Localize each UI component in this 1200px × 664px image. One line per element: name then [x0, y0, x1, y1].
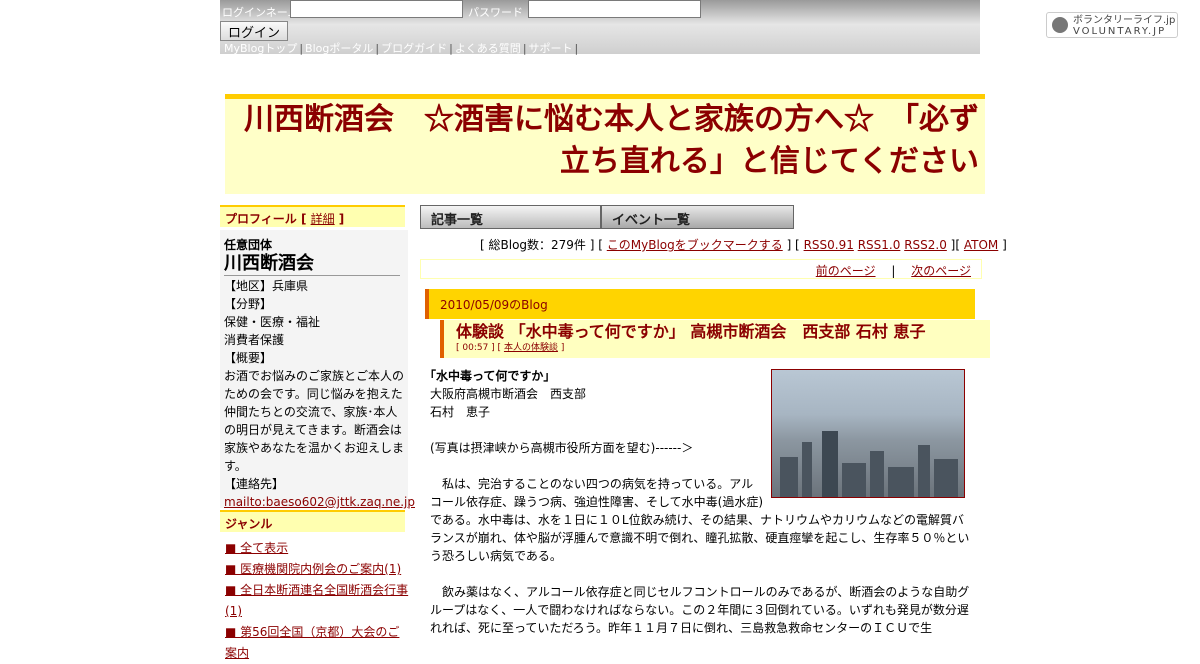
genre-list: ■ 全て表示 ■ 医療機関院内例会のご案内(1) ■ 全日本断酒連名全国断酒会行… — [225, 538, 410, 664]
bracket-sep: ] — [1002, 238, 1007, 252]
post-paragraph-1: 私は、完治することのない四つの病気を持っている。アルコール依存症、躁うつ病、強迫… — [430, 477, 970, 563]
voluntary-logo[interactable]: ボランタリーライフ.jp VOLUNTARY.JP — [1046, 12, 1178, 38]
next-page-link[interactable]: 次のページ — [911, 264, 971, 278]
post-date-header: 2010/05/09のBlog — [425, 289, 975, 319]
profile-heading-text: プロフィール — [225, 212, 297, 226]
org-name: 川西断酒会 — [224, 254, 400, 276]
nav-faq[interactable]: よくある質問 — [455, 42, 521, 55]
profile-box: 任意団体 川西断酒会 【地区】兵庫県 【分野】 保健・医療・福祉 消費者保護 【… — [220, 230, 415, 509]
post-author: 石村 恵子 — [430, 405, 491, 419]
blog-title[interactable]: 川西断酒会 ☆酒害に悩む本人と家族の方へ☆ 「必ず立ち直れる」と信じてください — [231, 99, 979, 183]
post-paragraph-block: 私は、完治することのない四つの病気を持っている。アルコール依存症、躁うつ病、強迫… — [430, 475, 970, 637]
password-label: パスワード — [468, 6, 523, 19]
pager: 前のページ | 次のページ — [420, 259, 982, 279]
prev-page-link[interactable]: 前のページ — [816, 264, 876, 278]
tab-articles[interactable]: 記事一覧 — [420, 205, 601, 229]
nav-myblog-top[interactable]: MyBlogトップ — [224, 42, 297, 55]
post-time: [ 00:57 ] [ — [456, 343, 502, 353]
genre-heading: ジャンル — [220, 510, 405, 532]
post-heading: ｢水中毒って何ですか｣ — [430, 369, 550, 383]
contact-label: 【連絡先】 — [224, 477, 285, 491]
contact-email-link[interactable]: mailto:baeso602@jttk.zaq.ne.jp — [224, 495, 415, 509]
post-body: ｢水中毒って何ですか｣ 大阪府高槻市断酒会 西支部 石村 恵子 (写真は摂津峡か… — [430, 367, 970, 475]
blog-title-banner: 川西断酒会 ☆酒害に悩む本人と家族の方へ☆ 「必ず立ち直れる」と信じてください — [225, 94, 985, 194]
blog-stats: [ 総Blog数：279件 ] [ このMyBlogをブックマークする ] [ … — [480, 236, 1007, 253]
photo-caption: (写真は摂津峡から高槻市役所方面を望む)------＞ — [430, 441, 694, 455]
post-meta: [ 00:57 ] [ 本人の体験談 ] — [456, 342, 978, 354]
post-author-group: 大阪府高槻市断酒会 西支部 — [430, 387, 587, 401]
logo-icon — [1052, 17, 1068, 33]
org-type: 任意団体 — [224, 238, 273, 252]
pager-sep: | — [891, 264, 896, 278]
summary-label: 【概要】 — [224, 351, 273, 365]
tab-events[interactable]: イベント一覧 — [601, 205, 794, 229]
post-paragraph-2: 飲み薬はなく、アルコール依存症と同じセルフコントロールのみであるが、断酒会のよう… — [430, 585, 970, 635]
brand-domain: VOLUNTARY.JP — [1073, 26, 1167, 37]
field-label: 【分野】 — [224, 297, 273, 311]
bracket-sep: ] [ — [786, 238, 800, 252]
login-button[interactable]: ログイン — [220, 21, 288, 41]
post-title-box: 体験談 「水中毒って何ですか」 高槻市断酒会 西支部 石村 恵子 [ 00:57… — [440, 320, 990, 358]
genre-item[interactable]: ■ 全て表示 — [225, 541, 288, 555]
nav-blog-guide[interactable]: ブログガイド — [381, 42, 447, 55]
brand-name: ボランタリーライフ.jp — [1073, 15, 1176, 26]
blog-count: [ 総Blog数：279件 ] [ — [480, 238, 603, 252]
rss10-link[interactable]: RSS1.0 — [858, 238, 901, 252]
summary: お酒でお悩みのご家族とご本人のための会です。同じ悩みを抱えた仲間たちとの交流で、… — [224, 369, 405, 473]
atom-link[interactable]: ATOM — [964, 238, 998, 252]
post-meta-end: ] — [560, 343, 565, 353]
post-category-link[interactable]: 本人の体験談 — [504, 343, 558, 353]
profile-heading: プロフィール [ 詳細 ] — [220, 205, 405, 227]
password-input[interactable] — [528, 0, 701, 18]
username-label: ログインネーム — [222, 6, 299, 19]
rss091-link[interactable]: RSS0.91 — [804, 238, 854, 252]
field-1: 保健・医療・福祉 — [224, 315, 321, 329]
genre-item[interactable]: ■ 全日本断酒連名全国断酒会行事(1) — [225, 583, 408, 618]
post-title[interactable]: 体験談 「水中毒って何ですか」 高槻市断酒会 西支部 石村 恵子 — [456, 322, 978, 342]
username-input[interactable] — [290, 0, 463, 18]
bookmark-link[interactable]: このMyBlogをブックマークする — [607, 238, 783, 252]
profile-detail-link[interactable]: 詳細 — [311, 212, 335, 226]
nav-support[interactable]: サポート — [529, 42, 573, 55]
region: 【地区】兵庫県 — [224, 279, 309, 293]
rss20-link[interactable]: RSS2.0 — [904, 238, 947, 252]
genre-item[interactable]: ■ 第56回全国（京都）大会のご案内 — [225, 625, 399, 660]
genre-item[interactable]: ■ 医療機関院内例会のご案内(1) — [225, 562, 401, 576]
nav-blog-portal[interactable]: Blogポータル — [305, 42, 373, 55]
bracket-sep: ][ — [950, 238, 961, 252]
top-nav: MyBlogトップ | Blogポータル | ブログガイド | よくある質問 | サポート | — [224, 42, 579, 55]
genre-heading-text: ジャンル — [225, 517, 273, 531]
field-2: 消費者保護 — [224, 333, 285, 347]
